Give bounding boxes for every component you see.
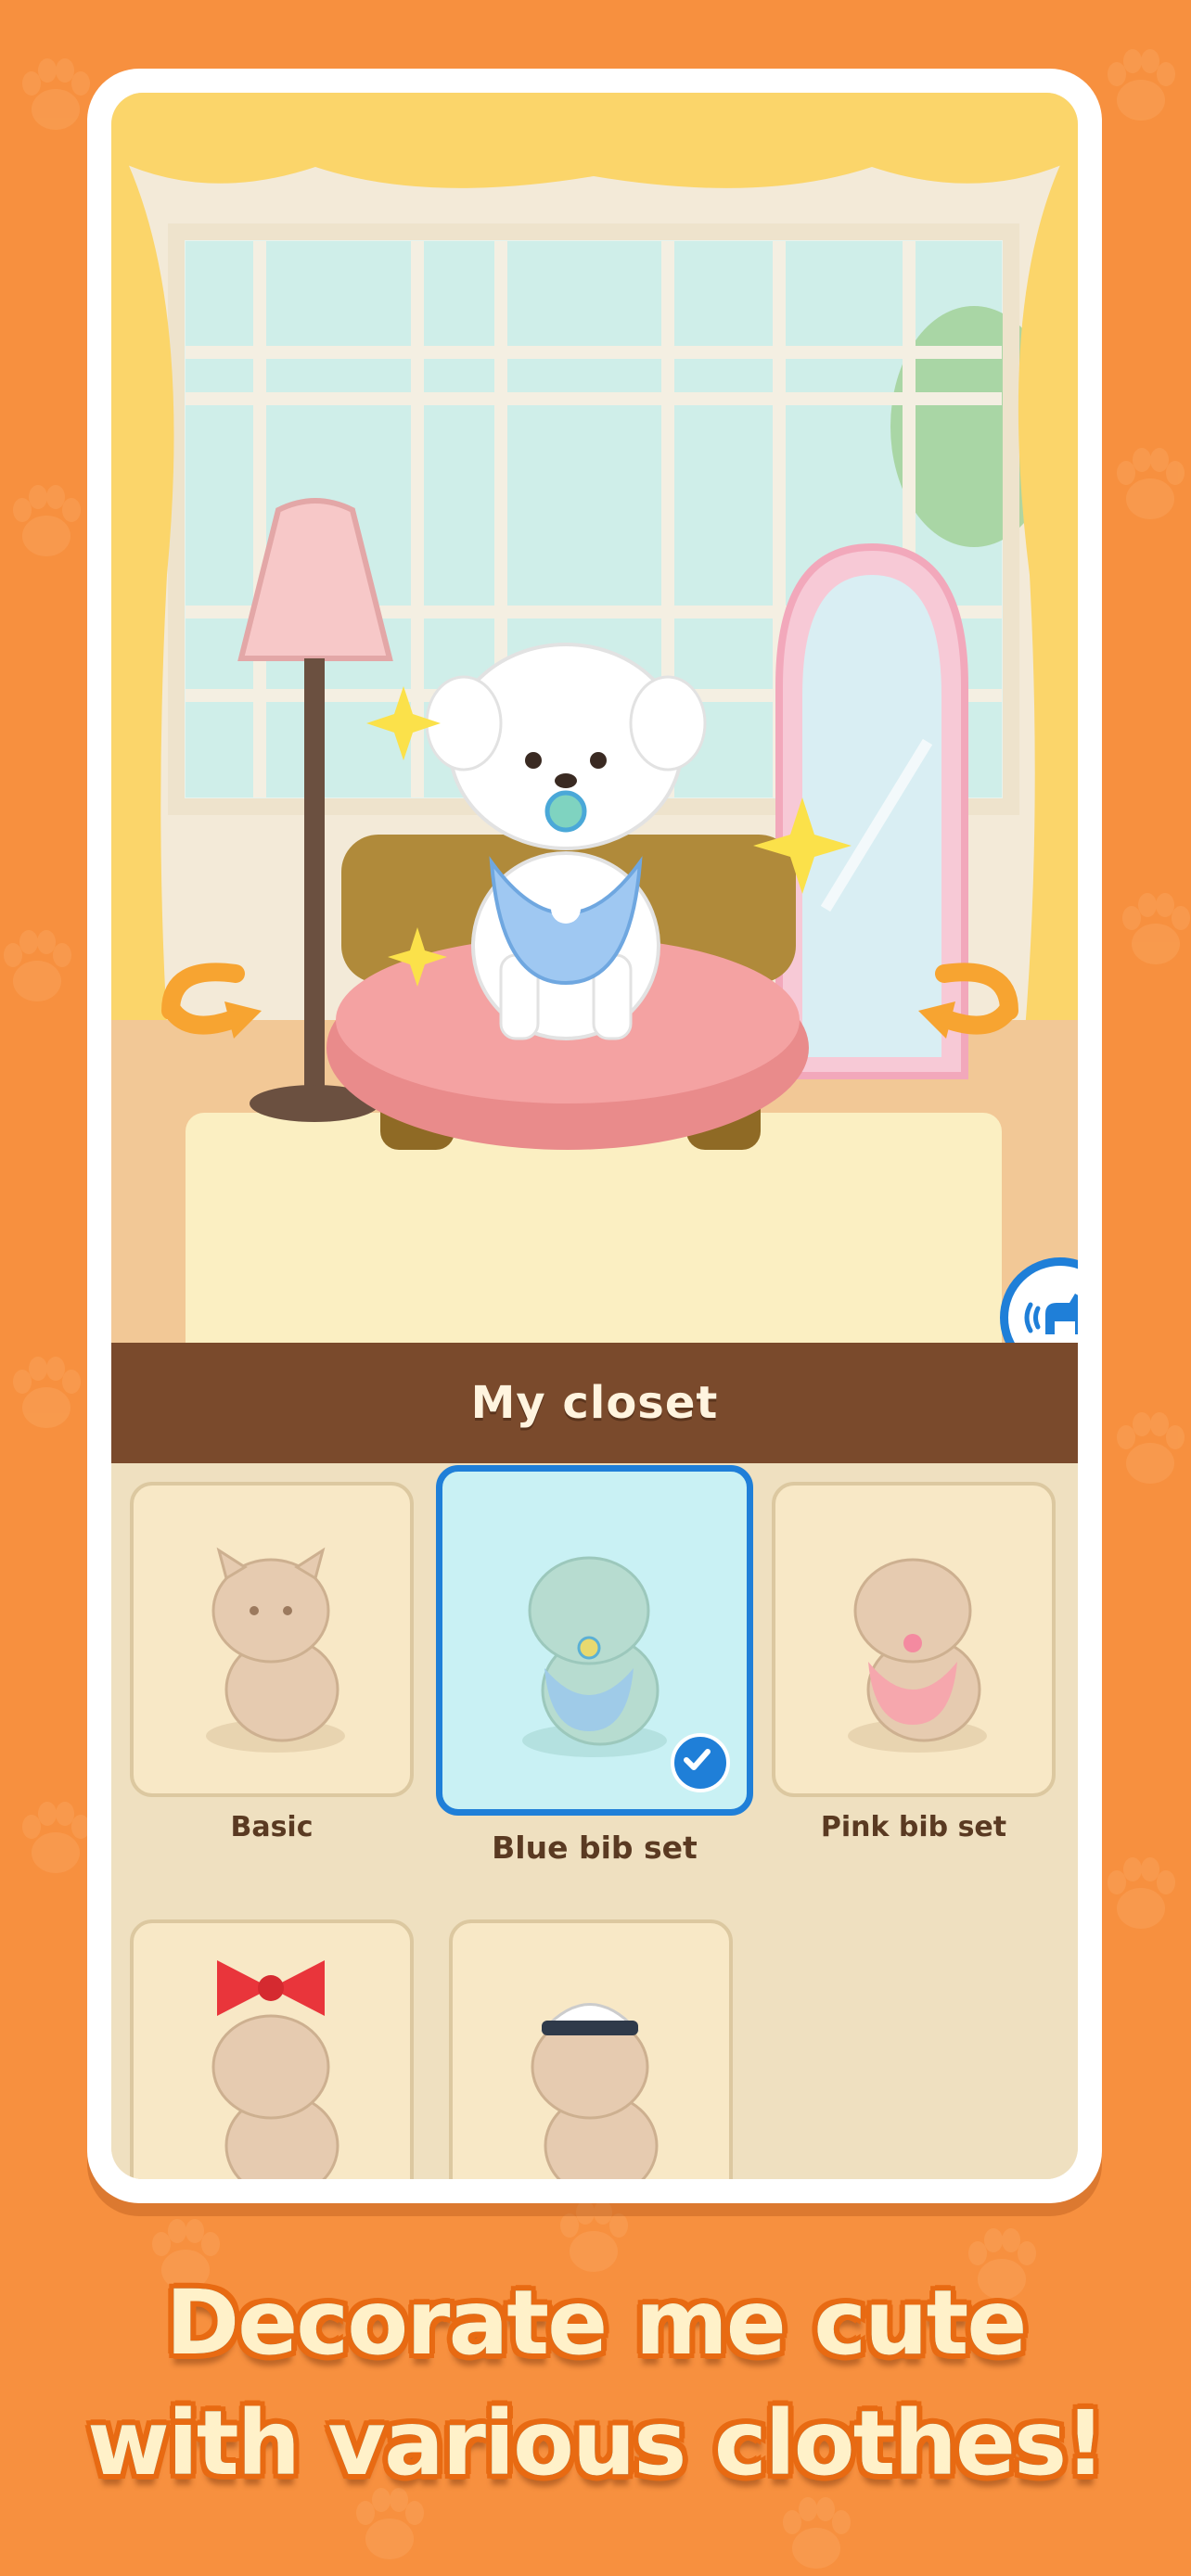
- promo-tagline: Decorate me cute with various clothes!: [0, 2263, 1191, 2504]
- dog-outfit-basic: [206, 1547, 345, 1753]
- item-card: [130, 1482, 414, 1797]
- item-label: Pink bib set: [820, 1811, 1007, 1843]
- dog-outfit-pink-bib: [848, 1558, 987, 1753]
- room-scene: [111, 93, 1078, 1372]
- dog-outfit-sailor-cap: [531, 2003, 659, 2179]
- item-card: [130, 1919, 414, 2179]
- check-icon: [671, 1733, 730, 1792]
- phone-frame: My closet Basic Blue bib set Pink bib se…: [87, 69, 1102, 2203]
- curved-arrow-right-icon[interactable]: [907, 946, 1028, 1057]
- tagline-line-2: with various clothes!: [87, 2391, 1106, 2495]
- curved-arrow-left-icon[interactable]: [152, 946, 273, 1057]
- item-label: Basic: [230, 1811, 314, 1843]
- item-card: [449, 1919, 733, 2179]
- closet-header: My closet: [111, 1343, 1078, 1463]
- game-screen: My closet Basic Blue bib set Pink bib se…: [111, 93, 1078, 2179]
- closet-title: My closet: [470, 1377, 719, 1429]
- item-card: [772, 1482, 1056, 1797]
- tagline-line-1: Decorate me cute: [165, 2271, 1027, 2375]
- item-card-selected: [436, 1465, 753, 1816]
- closet-panel: Basic Blue bib set Pink bib set: [111, 1463, 1078, 2179]
- dog-outfit-red-bow: [211, 1960, 339, 2179]
- item-label: Blue bib set: [492, 1830, 698, 1866]
- curtain-top: [111, 93, 1078, 188]
